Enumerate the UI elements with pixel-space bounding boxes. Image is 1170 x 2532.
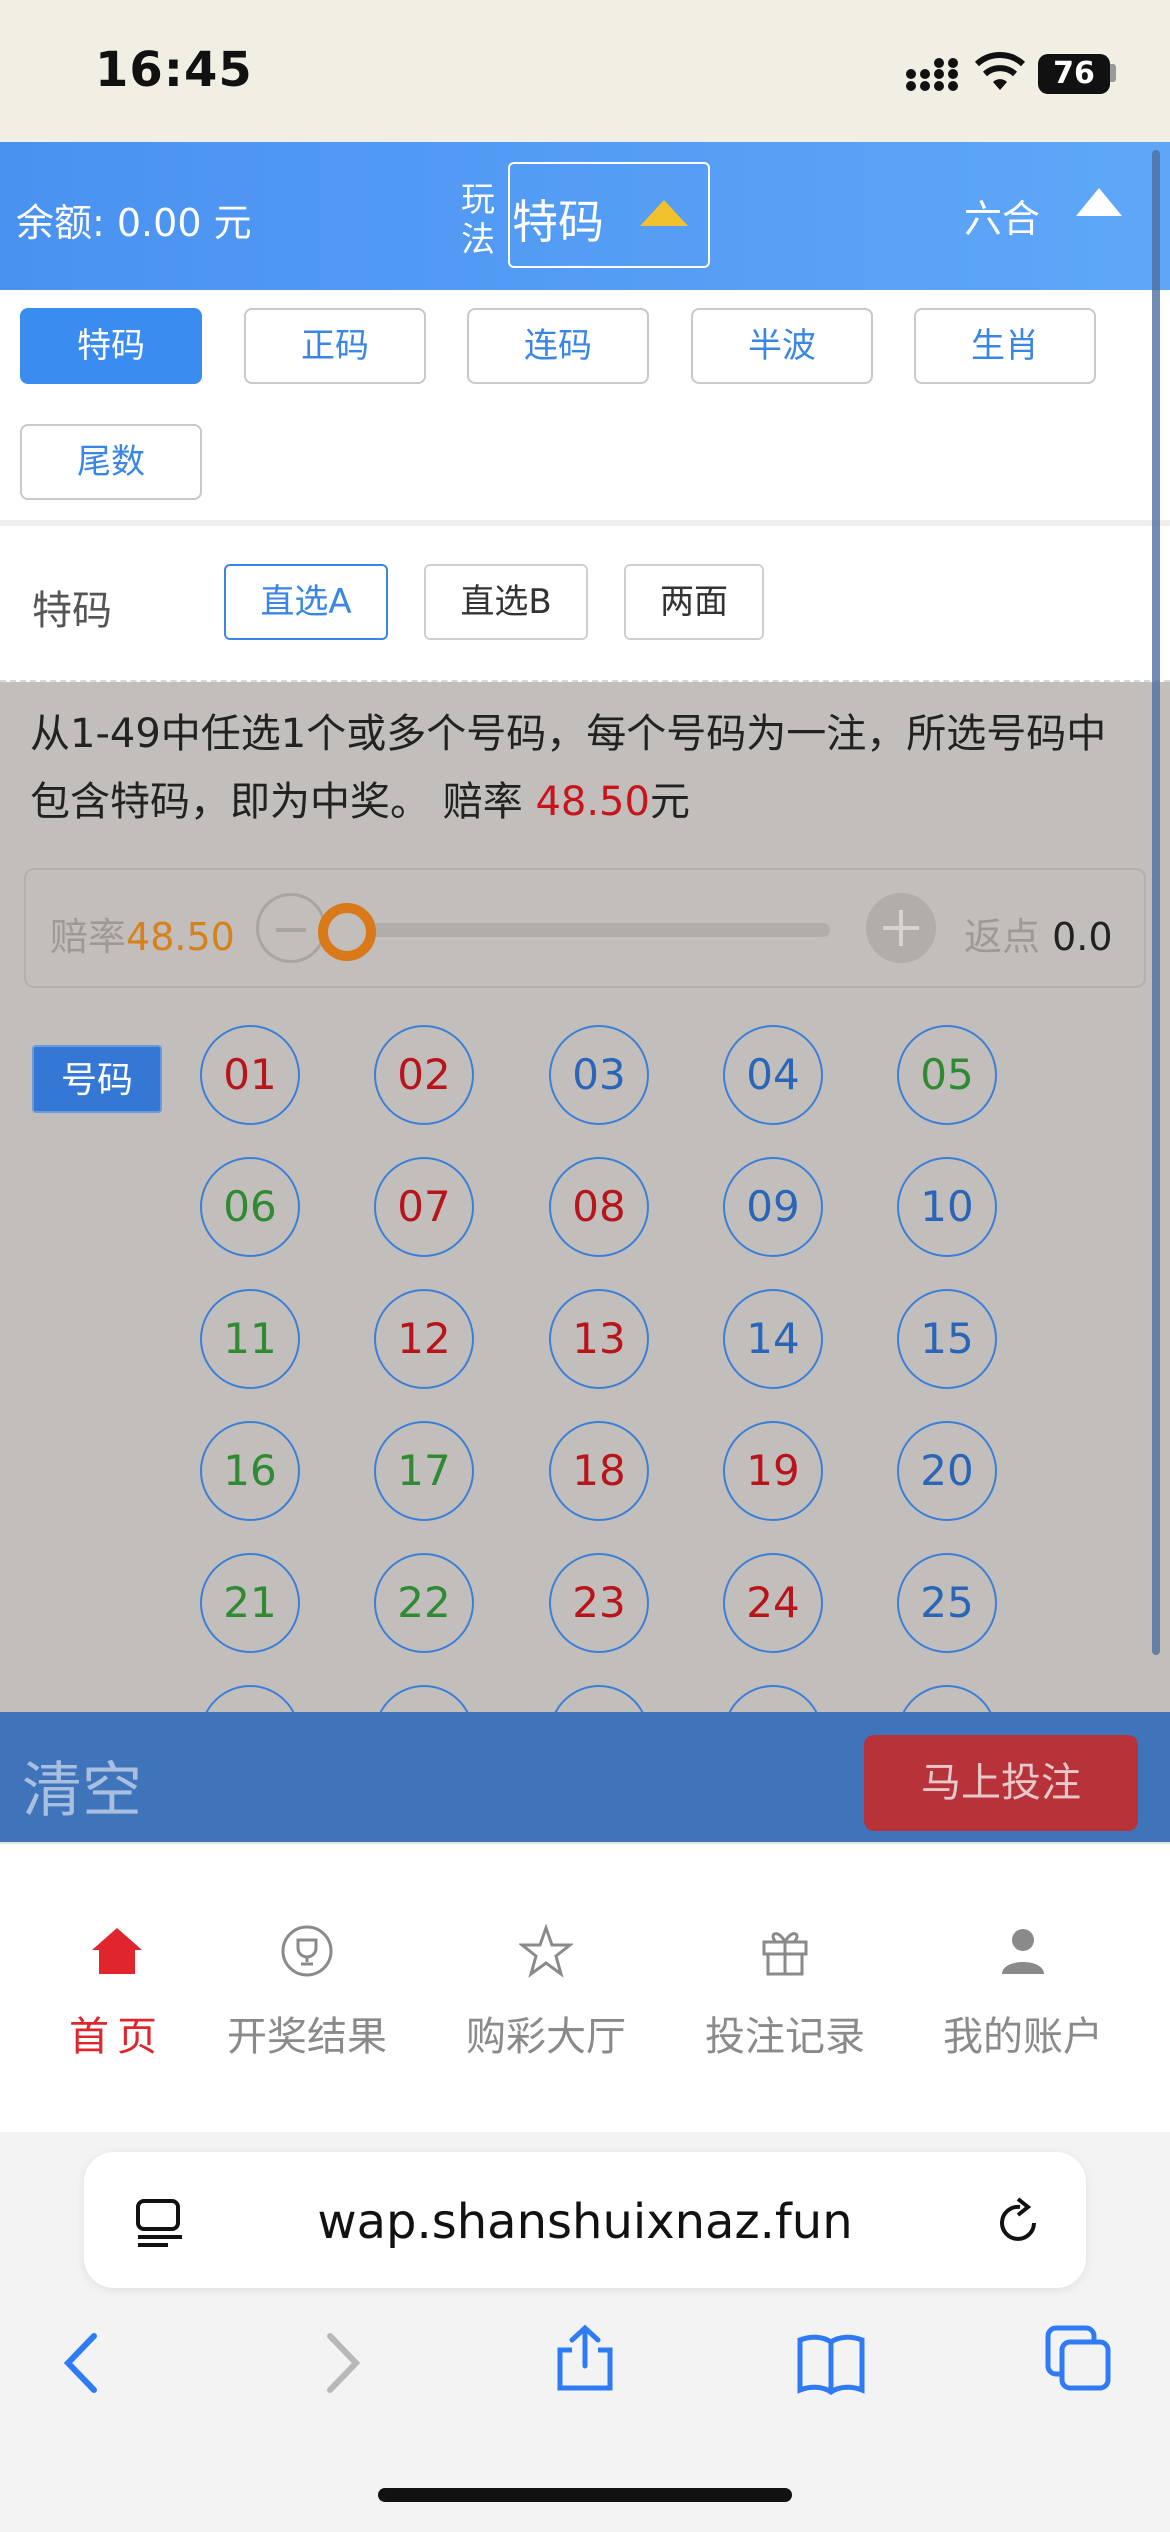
lottery-name[interactable]: 六合 (964, 188, 1040, 243)
play-mode-label: 玩法 (461, 180, 495, 260)
tab-shengxiao[interactable]: 生肖 (914, 308, 1096, 384)
number-ball[interactable]: 17 (374, 1421, 474, 1521)
status-time: 16:45 (95, 42, 253, 98)
tab-zhengma[interactable]: 正码 (244, 308, 426, 384)
slider-rebate-label: 返点 (964, 915, 1041, 959)
nav-bet-records-label: 投注记录 (705, 2014, 865, 2060)
nav-account-label: 我的账户 (943, 2014, 1103, 2060)
reload-icon[interactable] (990, 2195, 1046, 2251)
number-ball[interactable]: 09 (723, 1157, 823, 1257)
battery-cap (1110, 64, 1116, 82)
wifi-icon (975, 52, 1025, 90)
clear-button[interactable]: 清空 (22, 1742, 142, 1829)
user-icon (1002, 1929, 1044, 1974)
play-mode-value[interactable]: 特码 (512, 186, 604, 252)
number-ball[interactable]: 24 (723, 1553, 823, 1653)
trophy-icon (281, 1925, 333, 1977)
tab-tema[interactable]: 特码 (20, 308, 202, 384)
number-ball[interactable]: 15 (897, 1289, 997, 1389)
tab-banbo[interactable]: 半波 (691, 308, 873, 384)
triangle-up-icon[interactable] (638, 198, 690, 228)
rebate-slider-track[interactable] (330, 923, 830, 937)
star-icon (519, 1924, 573, 1978)
number-ball[interactable]: 06 (200, 1157, 300, 1257)
slider-odds-value: 48.50 (126, 915, 235, 959)
back-icon[interactable] (50, 2328, 120, 2398)
slider-odds-label: 赔率 (50, 915, 127, 959)
share-icon[interactable] (550, 2322, 620, 2392)
url-text[interactable]: wap.shanshuixnaz.fun (84, 2194, 1086, 2250)
rule-description: 从1-49中任选1个或多个号码，每个号码为一注，所选号码中包含特码，即为中奖。 … (30, 700, 1140, 836)
plus-button[interactable] (866, 893, 936, 963)
nav-results-label: 开奖结果 (227, 2014, 387, 2060)
number-ball[interactable]: 19 (723, 1421, 823, 1521)
tabs-icon[interactable] (1044, 2324, 1114, 2394)
number-ball[interactable]: 18 (549, 1421, 649, 1521)
forward-icon[interactable] (304, 2328, 374, 2398)
number-ball[interactable]: 21 (200, 1553, 300, 1653)
triangle-up-icon[interactable] (1074, 186, 1124, 218)
bookmarks-icon[interactable] (796, 2328, 866, 2398)
number-ball[interactable]: 04 (723, 1025, 823, 1125)
subtype-label: 特码 (32, 588, 112, 634)
slider-rebate: 返点 0.0 (964, 906, 1113, 961)
subtype-option-b[interactable]: 直选B (424, 564, 588, 640)
number-ball[interactable]: 22 (374, 1553, 474, 1653)
number-ball[interactable]: 05 (897, 1025, 997, 1125)
numbers-label: 号码 (32, 1045, 162, 1113)
number-ball[interactable]: 08 (549, 1157, 649, 1257)
number-ball[interactable]: 16 (200, 1421, 300, 1521)
slider-odds: 赔率48.50 (50, 906, 235, 961)
home-indicator (378, 2488, 792, 2502)
subtype-option-a[interactable]: 直选A (224, 564, 388, 640)
scrollbar[interactable] (1152, 150, 1160, 1655)
rule-unit: 元 (649, 779, 690, 825)
battery-icon: 76 (1038, 54, 1110, 94)
slider-rebate-value: 0.0 (1052, 915, 1113, 959)
gift-icon (762, 1932, 808, 1976)
cellular-signal-icon (906, 58, 958, 91)
home-icon (92, 1928, 142, 1974)
number-ball[interactable]: 14 (723, 1289, 823, 1389)
subtype-option-liangmian[interactable]: 两面 (624, 564, 764, 640)
number-ball[interactable]: 13 (549, 1289, 649, 1389)
rule-odds: 48.50 (535, 779, 650, 825)
number-ball[interactable]: 01 (200, 1025, 300, 1125)
number-ball[interactable]: 23 (549, 1553, 649, 1653)
tab-weishu[interactable]: 尾数 (20, 424, 202, 500)
number-ball[interactable]: 03 (549, 1025, 649, 1125)
minus-button[interactable] (256, 893, 326, 963)
place-bet-button[interactable]: 马上投注 (864, 1735, 1138, 1831)
rebate-slider-thumb[interactable] (318, 903, 376, 961)
balance-display: 余额: 0.00 元 (16, 201, 252, 245)
tab-lianma[interactable]: 连码 (467, 308, 649, 384)
bottom-nav (0, 1842, 1170, 2132)
number-ball[interactable]: 20 (897, 1421, 997, 1521)
number-ball[interactable]: 02 (374, 1025, 474, 1125)
number-ball[interactable]: 10 (897, 1157, 997, 1257)
number-ball[interactable]: 07 (374, 1157, 474, 1257)
number-ball[interactable]: 12 (374, 1289, 474, 1389)
nav-lobby-label: 购彩大厅 (466, 2014, 626, 2060)
number-ball[interactable]: 25 (897, 1553, 997, 1653)
number-ball[interactable]: 11 (200, 1289, 300, 1389)
